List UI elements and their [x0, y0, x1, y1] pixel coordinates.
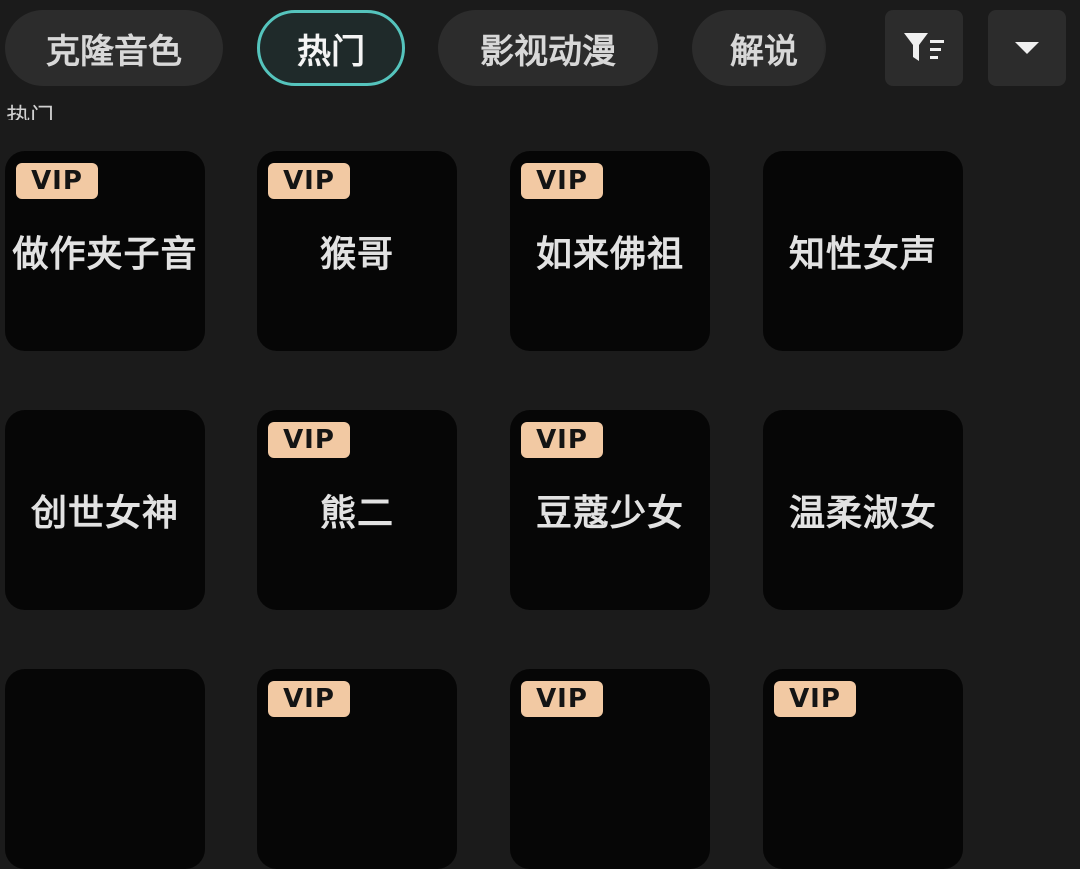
vip-badge: VIP: [521, 163, 603, 199]
section-title: 热门: [6, 103, 54, 120]
tab-hot[interactable]: 热门: [257, 10, 405, 86]
tab-film-anime[interactable]: 影视动漫: [438, 10, 658, 86]
category-tab-bar: 克隆音色 热门 影视动漫 解说: [0, 0, 1080, 96]
voice-card[interactable]: VIP 做作夹子音: [5, 151, 205, 351]
voice-name: 猴哥: [319, 234, 394, 275]
voice-card[interactable]: VIP 猴哥: [257, 151, 457, 351]
voice-card[interactable]: VIP 如来佛祖: [510, 151, 710, 351]
voice-card[interactable]: VIP: [5, 669, 205, 869]
voice-card[interactable]: VIP 熊二: [257, 410, 457, 610]
caret-down-icon: [1015, 42, 1039, 54]
tab-clone-voice[interactable]: 克隆音色: [5, 10, 223, 86]
tab-overflow-fade: [822, 8, 866, 88]
vip-badge: VIP: [268, 681, 350, 717]
voice-card[interactable]: VIP: [510, 669, 710, 869]
voice-card[interactable]: VIP创世女神: [5, 410, 205, 610]
voice-card[interactable]: VIP: [763, 669, 963, 869]
voice-card[interactable]: VIP 豆蔻少女: [510, 410, 710, 610]
voice-card[interactable]: VIP: [257, 669, 457, 869]
vip-badge: VIP: [268, 422, 350, 458]
vip-badge: VIP: [268, 163, 350, 199]
tab-commentary[interactable]: 解说: [692, 10, 826, 86]
voice-name: 做作夹子音: [12, 234, 198, 275]
vip-badge: VIP: [521, 422, 603, 458]
voice-name: 创世女神: [30, 493, 179, 534]
vip-badge: VIP: [521, 681, 603, 717]
voice-name: 豆蔻少女: [535, 493, 684, 534]
voice-name: 如来佛祖: [535, 234, 684, 275]
vip-badge: VIP: [774, 681, 856, 717]
voice-name: 温柔淑女: [788, 493, 937, 534]
expand-dropdown-button[interactable]: [988, 10, 1066, 86]
voice-name: 知性女声: [788, 234, 937, 275]
voice-card[interactable]: VIP温柔淑女: [763, 410, 963, 610]
filter-sort-icon: [904, 33, 944, 61]
voice-name: 熊二: [319, 493, 394, 534]
voice-card[interactable]: VIP知性女声: [763, 151, 963, 351]
filter-button[interactable]: [885, 10, 963, 86]
vip-badge: VIP: [16, 163, 98, 199]
